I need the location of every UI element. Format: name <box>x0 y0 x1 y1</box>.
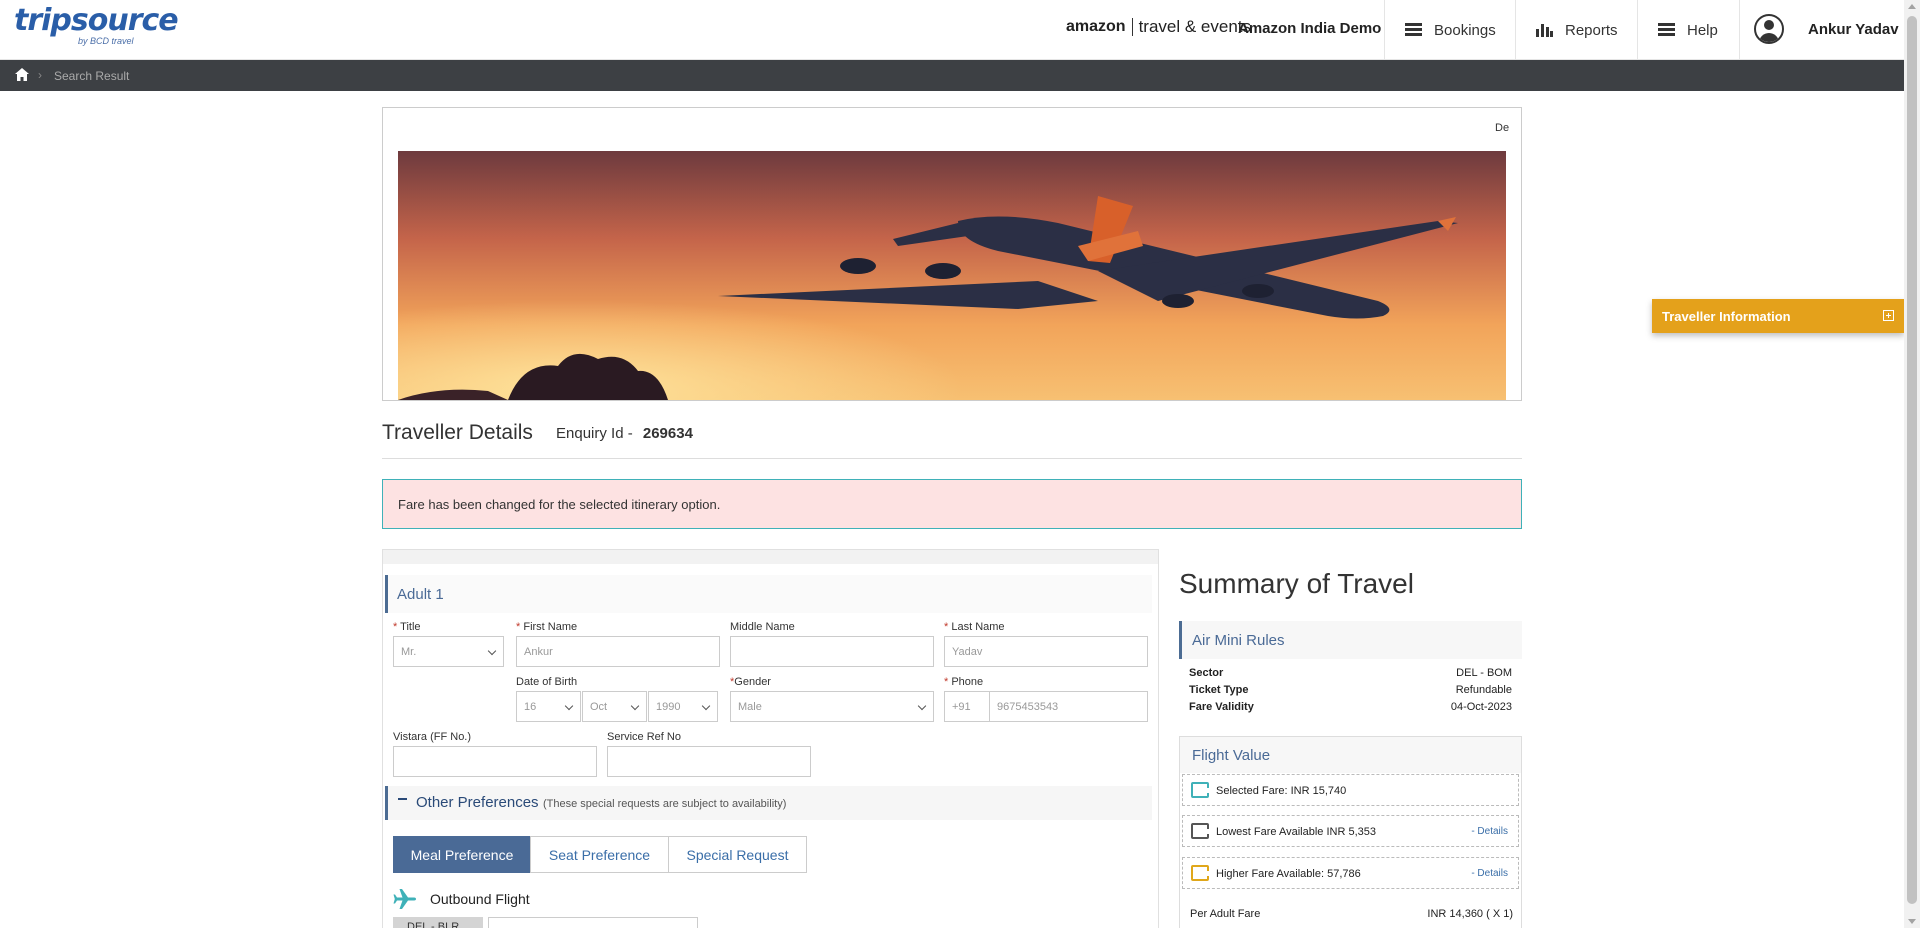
summary-title: Summary of Travel <box>1179 568 1414 599</box>
amazon-travel-brand: amazon travel & events <box>1066 17 1251 37</box>
first-name-input[interactable]: Ankur <box>516 636 720 667</box>
menu-icon <box>1405 23 1422 37</box>
bar-chart-icon <box>1536 23 1553 37</box>
fare-text: Higher Fare Available: 57,786 <box>1216 868 1361 880</box>
user-name[interactable]: Ankur Yadav <box>1808 21 1899 38</box>
nav-reports[interactable]: Reports <box>1515 0 1637 60</box>
dob-day-select[interactable]: 16 <box>516 691 581 722</box>
traveller-information-toggle[interactable]: Traveller Information <box>1652 299 1904 333</box>
nav-help-label: Help <box>1687 21 1718 39</box>
nav-bookings[interactable]: Bookings <box>1384 0 1515 60</box>
meal-select[interactable] <box>488 917 698 928</box>
rule-key: Fare Validity <box>1189 701 1254 713</box>
middle-name-label: Middle Name <box>730 621 795 633</box>
flight-value-panel: Flight Value Selected Fare: INR 15,740 L… <box>1179 736 1522 928</box>
tab-seat-preference[interactable]: Seat Preference <box>530 836 669 873</box>
enquiry-value: 269634 <box>642 425 693 442</box>
enquiry-label: Enquiry Id - <box>556 425 633 442</box>
gender-select[interactable]: Male <box>730 691 934 722</box>
wallet-icon <box>1191 865 1209 881</box>
divider <box>382 458 1522 459</box>
nav-help[interactable]: Help <box>1637 0 1739 60</box>
wallet-icon <box>1191 782 1209 798</box>
tab-meal-preference[interactable]: Meal Preference <box>393 836 531 873</box>
traveller-form-panel: Adult 1 * Title * First Name Middle Name… <box>382 549 1159 928</box>
per-adult-label: Per Adult Fare <box>1190 908 1261 920</box>
panel-top-strip <box>383 550 1158 564</box>
expand-icon <box>1883 310 1894 321</box>
per-adult-value: INR 14,360 ( X 1) <box>1427 908 1513 920</box>
rule-value: 04-Oct-2023 <box>1450 701 1512 713</box>
menu-icon <box>1658 23 1675 37</box>
ff-label: Vistara (FF No.) <box>393 731 472 743</box>
rules-heading: Air Mini Rules <box>1179 621 1522 659</box>
title-select[interactable]: Mr. <box>393 636 504 667</box>
banner-peek-text: De <box>1495 122 1510 134</box>
rule-key: Ticket Type <box>1189 684 1249 696</box>
last-name-label: * Last Name <box>944 621 1005 633</box>
vertical-scrollbar[interactable] <box>1904 0 1920 928</box>
rule-value: Refundable <box>1455 684 1512 696</box>
tripsource-logo[interactable]: tripsource by BCD travel <box>14 3 179 47</box>
tab-special-request[interactable]: Special Request <box>668 836 807 873</box>
collapse-icon <box>398 797 407 800</box>
fare-text: Lowest Fare Available INR 5,353 <box>1216 826 1376 838</box>
phone-code-input[interactable]: +91 <box>944 691 990 722</box>
last-name-input[interactable]: Yadav <box>944 636 1148 667</box>
top-navbar: tripsource by BCD travel amazon travel &… <box>0 0 1904 60</box>
other-preferences-toggle[interactable]: Other Preferences (These special request… <box>385 786 1152 820</box>
flight-value-heading: Flight Value <box>1180 737 1521 773</box>
promo-banner: De <box>382 107 1522 401</box>
preferences-title: Other Preferences <box>416 794 539 811</box>
rule-key: Sector <box>1189 667 1224 679</box>
wallet-icon <box>1191 823 1209 839</box>
scroll-thumb[interactable] <box>1907 16 1917 904</box>
service-ref-label: Service Ref No <box>607 731 681 743</box>
service-ref-input[interactable] <box>607 746 811 777</box>
phone-label: * Phone <box>944 676 984 688</box>
first-name-label: * First Name <box>516 621 578 633</box>
enquiry-id: Enquiry Id - 269634 <box>556 425 693 442</box>
title-label: * Title <box>393 621 421 633</box>
airplane-icon <box>393 889 416 909</box>
details-link[interactable]: - Details <box>1471 868 1508 879</box>
gender-label: *Gender <box>730 676 771 688</box>
middle-name-input[interactable] <box>730 636 934 667</box>
rule-value: DEL - BOM <box>1456 667 1512 679</box>
air-mini-rules: Air Mini Rules Sector DEL - BOM Ticket T… <box>1179 621 1522 717</box>
dob-month-select[interactable]: Oct <box>582 691 647 722</box>
breadcrumb: › Search Result <box>0 60 1904 91</box>
details-link[interactable]: - Details <box>1471 826 1508 837</box>
home-icon[interactable] <box>15 68 29 81</box>
fare-text: Selected Fare: INR 15,740 <box>1216 785 1347 797</box>
per-adult-fare: Per Adult Fare INR 14,360 ( X 1) <box>1190 908 1513 920</box>
preferences-note: (These special requests are subject to a… <box>543 798 787 810</box>
logo-text: tripsource <box>14 3 179 38</box>
airplane-sunset-image <box>398 151 1506 400</box>
breadcrumb-separator: › <box>38 68 42 82</box>
brand-amazon: amazon <box>1066 18 1133 36</box>
dob-label: Date of Birth <box>516 676 578 688</box>
traveller-details-title: Traveller Details <box>382 421 533 444</box>
fare-row-lowest: Lowest Fare Available INR 5,353 - Detail… <box>1182 815 1519 847</box>
scroll-down-arrow-icon[interactable] <box>1908 919 1916 924</box>
traveller-information-label: Traveller Information <box>1662 309 1791 324</box>
fare-change-alert: Fare has been changed for the selected i… <box>382 479 1522 529</box>
scroll-up-arrow-icon[interactable] <box>1908 4 1916 9</box>
logo-subtext: by BCD travel <box>78 36 134 46</box>
adult-heading: Adult 1 <box>385 575 1152 613</box>
company-name: Amazon India Demo <box>1238 20 1382 37</box>
brand-travel-events: travel & events <box>1138 17 1252 36</box>
ff-input[interactable] <box>393 746 597 777</box>
fare-row-selected: Selected Fare: INR 15,740 <box>1182 774 1519 806</box>
fare-row-higher: Higher Fare Available: 57,786 - Details <box>1182 857 1519 889</box>
dob-year-select[interactable]: 1990 <box>648 691 718 722</box>
nav-reports-label: Reports <box>1565 21 1618 39</box>
outbound-flight-label: Outbound Flight <box>430 891 530 907</box>
breadcrumb-current: Search Result <box>54 69 130 83</box>
phone-input[interactable]: 9675453543 <box>989 691 1148 722</box>
user-avatar-icon[interactable] <box>1754 14 1784 44</box>
nav-bookings-label: Bookings <box>1434 21 1496 39</box>
segment-tag[interactable]: DEL - BLR <box>393 917 483 928</box>
